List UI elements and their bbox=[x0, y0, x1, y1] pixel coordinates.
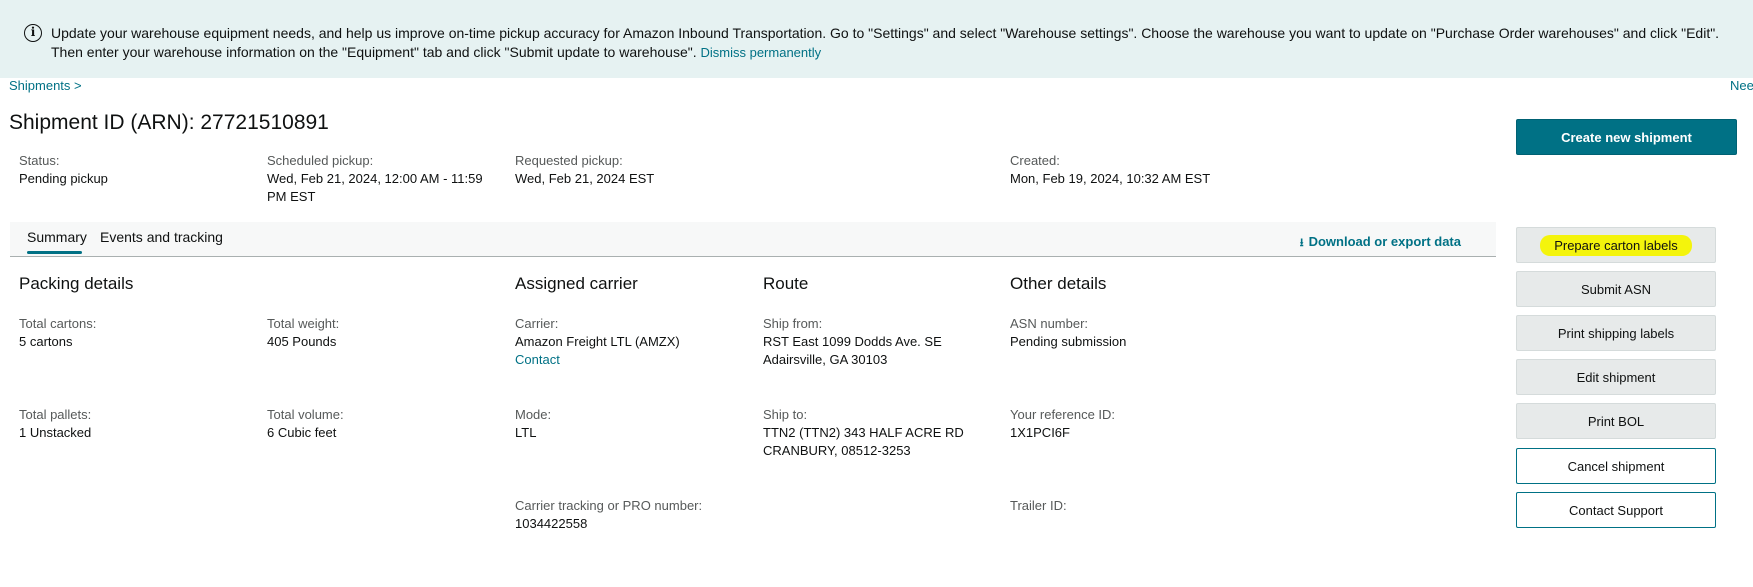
print-shipping-labels-button[interactable]: Print shipping labels bbox=[1516, 315, 1716, 351]
ship-to-address-line2: CRANBURY, 08512-3253 bbox=[763, 443, 911, 458]
carrier-value: Amazon Freight LTL (AMZX) bbox=[515, 334, 680, 349]
mode-value: LTL bbox=[515, 425, 537, 440]
assigned-carrier-heading: Assigned carrier bbox=[515, 274, 638, 293]
download-export-link[interactable]: ⭳ Download or export data bbox=[1300, 234, 1461, 253]
total-cartons-label: Total cartons: bbox=[19, 316, 97, 331]
trailer-id-field: Trailer ID: bbox=[1010, 497, 1067, 515]
total-weight-value: 405 Pounds bbox=[267, 334, 337, 349]
tab-bar: Summary Events and tracking ⭳ Download or… bbox=[10, 222, 1496, 257]
total-cartons-value: 5 cartons bbox=[19, 334, 73, 349]
created-label: Created: bbox=[1010, 153, 1060, 168]
total-pallets-field: Total pallets: 1 Unstacked bbox=[19, 406, 91, 442]
created-field: Created: Mon, Feb 19, 2024, 10:32 AM EST bbox=[1010, 152, 1210, 188]
carrier-field: Carrier: Amazon Freight LTL (AMZX) Conta… bbox=[515, 315, 680, 369]
ship-to-field: Ship to: TTN2 (TTN2) 343 HALF ACRE RD CR… bbox=[763, 406, 964, 460]
download-icon: ⭳ bbox=[1299, 237, 1304, 249]
total-pallets-value: 1 Unstacked bbox=[19, 425, 92, 440]
status-label: Status: bbox=[19, 153, 60, 168]
prepare-carton-labels-button[interactable]: Prepare carton labels bbox=[1516, 227, 1716, 263]
ship-to-address-line1: TTN2 (TTN2) 343 HALF ACRE RD bbox=[763, 425, 964, 440]
total-volume-value: 6 Cubic feet bbox=[267, 425, 337, 440]
total-cartons-field: Total cartons: 5 cartons bbox=[19, 315, 96, 351]
edit-shipment-button[interactable]: Edit shipment bbox=[1516, 359, 1716, 395]
asn-number-label: ASN number: bbox=[1010, 316, 1089, 331]
banner-text: Update your warehouse equipment needs, a… bbox=[51, 25, 1720, 60]
total-weight-label: Total weight: bbox=[267, 316, 340, 331]
contact-support-button[interactable]: Contact Support bbox=[1516, 492, 1716, 528]
created-value: Mon, Feb 19, 2024, 10:32 AM EST bbox=[1010, 171, 1211, 186]
requested-pickup-value: Wed, Feb 21, 2024 EST bbox=[515, 171, 655, 186]
route-heading: Route bbox=[763, 274, 809, 293]
total-weight-field: Total weight: 405 Pounds bbox=[267, 315, 339, 351]
trailer-id-label: Trailer ID: bbox=[1010, 498, 1067, 513]
ship-from-field: Ship from: RST East 1099 Dodds Ave. SE A… bbox=[763, 315, 942, 369]
mode-label: Mode: bbox=[515, 407, 552, 422]
ship-to-label: Ship to: bbox=[763, 407, 808, 422]
scheduled-pickup-label: Scheduled pickup: bbox=[267, 153, 374, 168]
tracking-number-value: 1034422558 bbox=[515, 516, 588, 531]
ship-from-label: Ship from: bbox=[763, 316, 823, 331]
reference-id-value: 1X1PCI6F bbox=[1010, 425, 1070, 440]
active-tab-indicator bbox=[27, 251, 82, 254]
dismiss-permanently-link[interactable]: Dismiss permanently bbox=[700, 45, 821, 60]
cancel-shipment-button[interactable]: Cancel shipment bbox=[1516, 448, 1716, 484]
breadcrumb-shipments[interactable]: Shipments > bbox=[9, 78, 82, 93]
reference-id-label: Your reference ID: bbox=[1010, 407, 1116, 422]
info-icon: i bbox=[24, 24, 42, 42]
requested-pickup-label: Requested pickup: bbox=[515, 153, 623, 168]
asn-number-field: ASN number: Pending submission bbox=[1010, 315, 1126, 351]
status-field: Status: Pending pickup bbox=[19, 152, 108, 188]
tracking-number-label: Carrier tracking or PRO number: bbox=[515, 498, 703, 513]
carrier-label: Carrier: bbox=[515, 316, 559, 331]
total-pallets-label: Total pallets: bbox=[19, 407, 92, 422]
other-details-heading: Other details bbox=[1010, 274, 1107, 293]
page-title: Shipment ID (ARN): 27721510891 bbox=[9, 111, 329, 134]
asn-number-value: Pending submission bbox=[1010, 334, 1127, 349]
reference-id-field: Your reference ID: 1X1PCI6F bbox=[1010, 406, 1115, 442]
create-new-shipment-button[interactable]: Create new shipment bbox=[1516, 119, 1737, 155]
status-value: Pending pickup bbox=[19, 171, 108, 186]
prepare-carton-labels-label: Prepare carton labels bbox=[1540, 234, 1692, 256]
carrier-contact-link[interactable]: Contact bbox=[515, 351, 680, 369]
tab-summary[interactable]: Summary bbox=[27, 229, 87, 245]
print-bol-button[interactable]: Print BOL bbox=[1516, 403, 1716, 439]
scheduled-pickup-value: Wed, Feb 21, 2024, 12:00 AM - 11:59 PM E… bbox=[267, 171, 483, 204]
requested-pickup-field: Requested pickup: Wed, Feb 21, 2024 EST bbox=[515, 152, 654, 188]
need-help-link[interactable]: Nee bbox=[1730, 78, 1753, 93]
ship-from-address-line1: RST East 1099 Dodds Ave. SE bbox=[763, 334, 942, 349]
total-volume-label: Total volume: bbox=[267, 407, 344, 422]
mode-field: Mode: LTL bbox=[515, 406, 551, 442]
scheduled-pickup-field: Scheduled pickup: Wed, Feb 21, 2024, 12:… bbox=[267, 152, 492, 206]
ship-from-address-line2: Adairsville, GA 30103 bbox=[763, 352, 888, 367]
total-volume-field: Total volume: 6 Cubic feet bbox=[267, 406, 344, 442]
submit-asn-button[interactable]: Submit ASN bbox=[1516, 271, 1716, 307]
packing-details-heading: Packing details bbox=[19, 274, 134, 293]
info-banner: i Update your warehouse equipment needs,… bbox=[0, 0, 1753, 78]
tab-events-and-tracking[interactable]: Events and tracking bbox=[100, 229, 223, 245]
tracking-number-field: Carrier tracking or PRO number: 10344225… bbox=[515, 497, 702, 533]
banner-message: Update your warehouse equipment needs, a… bbox=[51, 24, 1751, 62]
download-label: Download or export data bbox=[1308, 234, 1461, 249]
